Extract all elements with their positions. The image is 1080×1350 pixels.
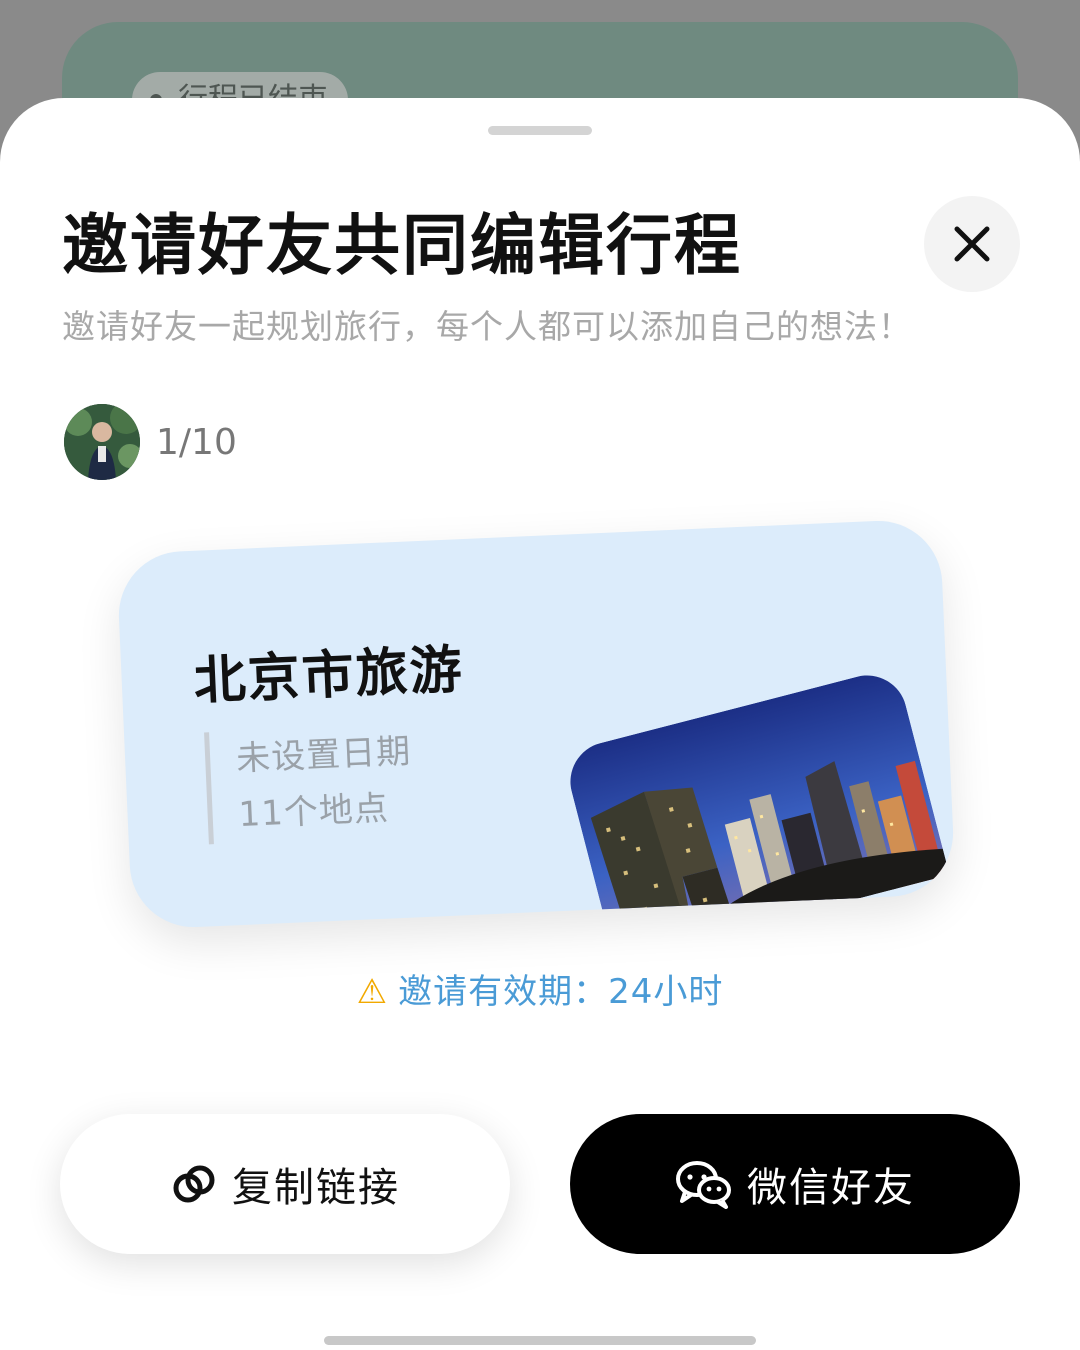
sheet-title: 邀请好友共同编辑行程 <box>62 207 742 284</box>
trip-card: 北京市旅游 未设置日期 11个地点 <box>116 518 956 930</box>
invite-bottom-sheet: 邀请好友共同编辑行程 邀请好友一起规划旅行，每个人都可以添加自己的想法！ 1/1… <box>0 98 1080 1350</box>
copy-link-label: 复制链接 <box>232 1165 400 1211</box>
copy-link-button[interactable]: 复制链接 <box>60 1114 510 1254</box>
city-photo <box>561 666 950 930</box>
close-icon <box>954 226 990 262</box>
trip-meta: 未设置日期 11个地点 <box>204 723 415 845</box>
trip-places-count: 11个地点 <box>237 788 390 836</box>
trip-date: 未设置日期 <box>235 731 412 780</box>
home-indicator[interactable] <box>324 1336 756 1345</box>
wechat-icon <box>676 1161 731 1209</box>
invite-validity: ⚠ 邀请有效期：24小时 <box>0 964 1080 1013</box>
trip-title: 北京市旅游 <box>192 640 465 712</box>
warning-icon: ⚠ <box>356 972 389 1012</box>
member-count: 1/10 <box>156 422 237 463</box>
sheet-subtitle: 邀请好友一起规划旅行，每个人都可以添加自己的想法！ <box>62 307 912 346</box>
close-button[interactable] <box>924 196 1020 292</box>
link-icon <box>173 1165 215 1203</box>
wechat-share-label: 微信好友 <box>747 1165 915 1211</box>
drag-handle[interactable] <box>488 126 592 135</box>
validity-text: 邀请有效期：24小时 <box>398 972 724 1012</box>
wechat-share-button[interactable]: 微信好友 <box>570 1114 1020 1254</box>
avatar <box>64 404 140 480</box>
